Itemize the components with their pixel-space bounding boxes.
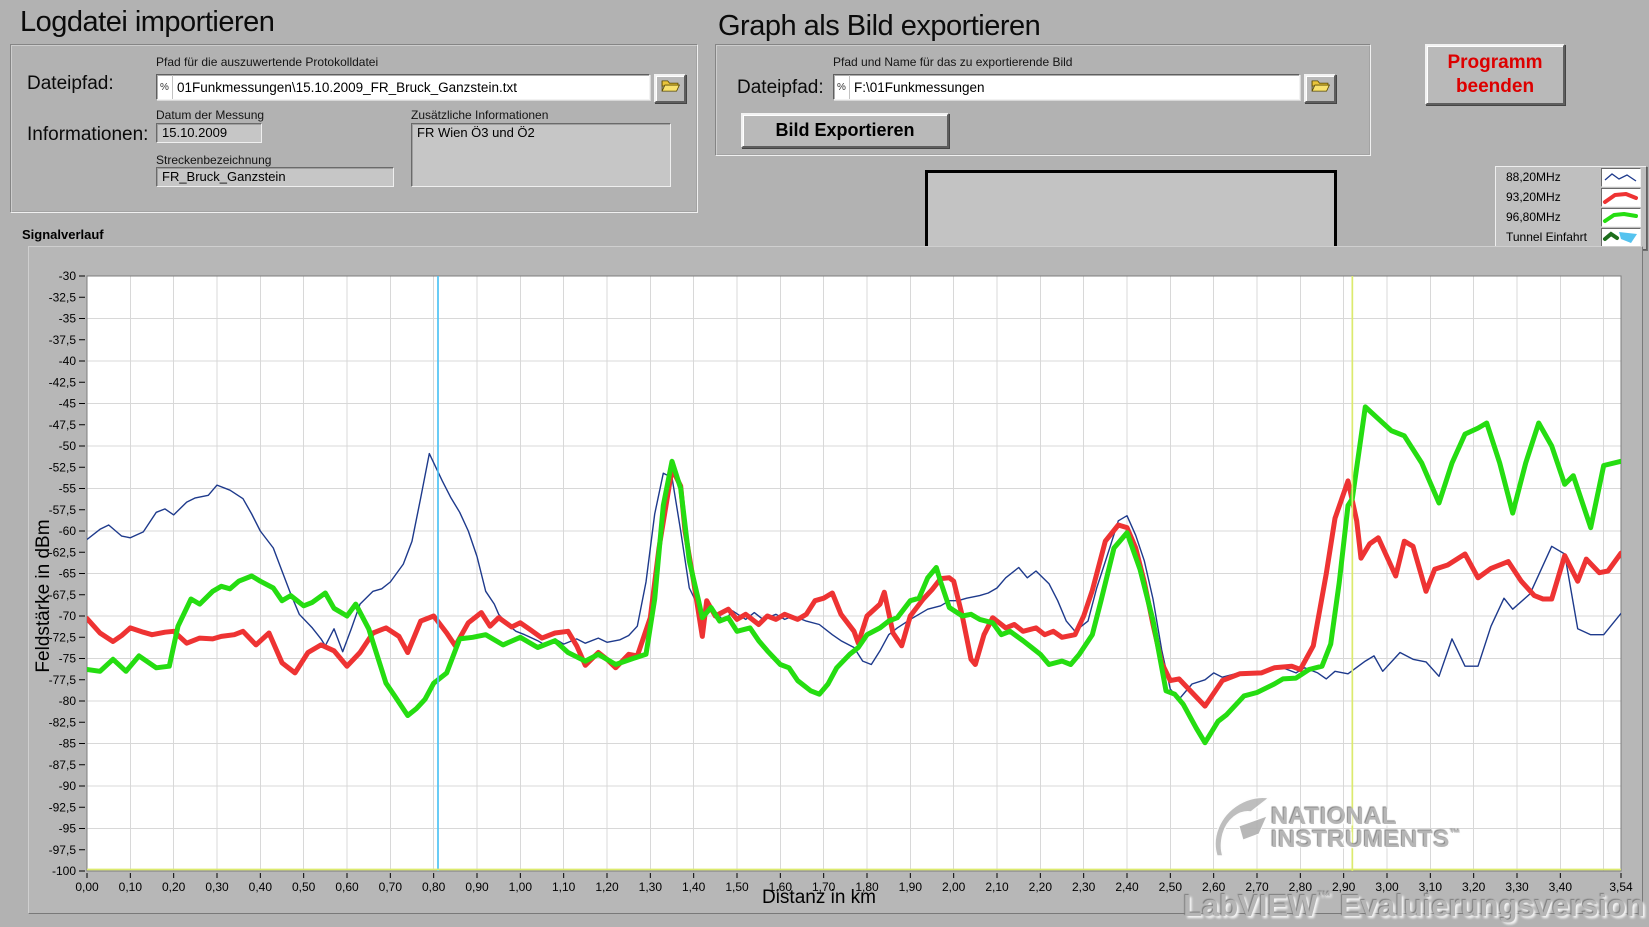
svg-text:1,10: 1,10 [552, 880, 576, 894]
svg-text:1,20: 1,20 [595, 880, 619, 894]
legend-row-tunnel-cursor[interactable]: Tunnel Einfahrt [1496, 227, 1646, 247]
legend-label: 93,20MHz [1506, 190, 1561, 204]
labview-watermark-name: LabVIEW [1183, 888, 1318, 923]
labview-front-panel: Logdatei importieren Dateipfad: Pfad für… [0, 0, 1649, 927]
svg-text:-55: -55 [59, 482, 77, 496]
svg-text:-85: -85 [59, 737, 77, 751]
cursor-sample-icon[interactable] [1601, 227, 1641, 247]
svg-text:0,30: 0,30 [205, 880, 229, 894]
svg-text:-80: -80 [59, 694, 77, 708]
import-filepath-caption: Pfad für die auszuwertende Protokolldate… [156, 55, 379, 69]
import-panel: Dateipfad: Pfad für die auszuwertende Pr… [10, 44, 698, 213]
svg-text:-100: -100 [52, 864, 76, 878]
svg-text:-60: -60 [59, 524, 77, 538]
folder-open-icon [660, 79, 680, 98]
export-filepath-control[interactable]: % [833, 74, 1300, 100]
export-filepath-input[interactable] [850, 75, 1299, 99]
extra-info-field: FR Wien Ö3 und Ö2 [411, 123, 671, 187]
green-line-sample-icon[interactable] [1601, 207, 1641, 227]
labview-watermark-suffix: Evaluierungsversion [1331, 888, 1645, 923]
svg-text:-75: -75 [59, 652, 77, 666]
export-image-preview-box [925, 170, 1337, 256]
export-image-button[interactable]: Bild Exportieren [741, 113, 949, 148]
svg-text:-97,5: -97,5 [49, 843, 77, 857]
plot-legend: 88,20MHz 93,20MHz 96,80MHz Tunnel Einfah… [1495, 166, 1647, 250]
svg-text:0,90: 0,90 [465, 880, 489, 894]
legend-row-88mhz[interactable]: 88,20MHz [1496, 167, 1646, 187]
red-line-sample-icon[interactable] [1601, 187, 1641, 207]
import-filepath-control[interactable]: % [156, 74, 650, 100]
svg-text:-87,5: -87,5 [49, 758, 77, 772]
national-instruments-watermark: NATIONAL INSTRUMENTS™ [1209, 790, 1461, 867]
graph-title: Signalverlauf [22, 227, 104, 242]
svg-text:-50: -50 [59, 439, 77, 453]
svg-text:0,80: 0,80 [422, 880, 446, 894]
import-filepath-label: Dateipfad: [27, 73, 114, 94]
svg-text:2,20: 2,20 [1029, 880, 1053, 894]
export-panel: Pfad und Name für das zu exportierende B… [715, 44, 1371, 156]
svg-text:-95: -95 [59, 822, 77, 836]
import-info-label: Informationen: [27, 124, 149, 145]
legend-label: 88,20MHz [1506, 170, 1561, 184]
extra-info-caption: Zusätzliche Informationen [411, 108, 549, 122]
svg-text:-90: -90 [59, 779, 77, 793]
svg-text:-92,5: -92,5 [49, 800, 77, 814]
date-field: 15.10.2009 [156, 123, 262, 143]
svg-text:-45: -45 [59, 397, 77, 411]
route-caption: Streckenbezeichnung [156, 153, 272, 167]
export-section-title: Graph als Bild exportieren [718, 10, 1041, 42]
x-axis-label: Distanz in km [761, 887, 877, 908]
svg-text:-40: -40 [59, 354, 77, 368]
quit-button-line2: beenden [1455, 75, 1535, 97]
export-filepath-caption: Pfad und Name für das zu exportierende B… [833, 55, 1073, 69]
ni-watermark-line2: INSTRUMENTS [1271, 825, 1450, 853]
svg-text:2,40: 2,40 [1115, 880, 1139, 894]
labview-evaluation-watermark: LabVIEW™ Evaluierungsversion [1160, 888, 1645, 924]
import-browse-button[interactable] [654, 74, 686, 103]
svg-text:0,40: 0,40 [249, 880, 273, 894]
import-filepath-input[interactable] [173, 75, 649, 99]
svg-text:-37,5: -37,5 [49, 333, 77, 347]
ni-eagle-logo-icon [1209, 790, 1271, 867]
signal-graph-widget: -30 -32,5 -35 -37,5 -40 -42,5 -45 -47,5 -50 -52,5… [28, 246, 1643, 914]
blue-line-sample-icon[interactable] [1601, 167, 1641, 187]
date-caption: Datum der Messung [156, 108, 265, 122]
path-type-icon: % [834, 75, 850, 99]
svg-text:2,10: 2,10 [985, 880, 1009, 894]
svg-text:2,30: 2,30 [1072, 880, 1096, 894]
ni-trademark: ™ [1449, 827, 1462, 840]
legend-label: 96,80MHz [1506, 210, 1561, 224]
svg-text:-70: -70 [59, 609, 77, 623]
labview-watermark-tm: ™ [1317, 888, 1332, 904]
quit-program-button[interactable]: Programm beenden [1425, 44, 1565, 105]
legend-row-93mhz[interactable]: 93,20MHz [1496, 187, 1646, 207]
svg-text:0,00: 0,00 [75, 880, 99, 894]
route-field: FR_Bruck_Ganzstein [156, 167, 394, 187]
y-axis-label: Feldstärke in dBm [33, 519, 54, 673]
folder-open-icon [1310, 79, 1330, 98]
svg-text:0,20: 0,20 [162, 880, 186, 894]
svg-text:0,60: 0,60 [335, 880, 359, 894]
legend-label: Tunnel Einfahrt [1506, 230, 1587, 244]
export-filepath-label: Dateipfad: [737, 77, 824, 98]
svg-text:0,70: 0,70 [379, 880, 403, 894]
svg-text:-42,5: -42,5 [49, 375, 77, 389]
svg-text:-65: -65 [59, 567, 77, 581]
svg-text:-47,5: -47,5 [49, 418, 77, 432]
svg-text:-30: -30 [59, 269, 77, 283]
quit-button-line1: Programm [1447, 51, 1543, 73]
svg-text:1,00: 1,00 [509, 880, 533, 894]
svg-text:-35: -35 [59, 312, 77, 326]
export-browse-button[interactable] [1304, 74, 1336, 103]
path-type-icon: % [157, 75, 173, 99]
import-section-title: Logdatei importieren [20, 6, 275, 38]
legend-row-96mhz[interactable]: 96,80MHz [1496, 207, 1646, 227]
svg-text:0,10: 0,10 [119, 880, 143, 894]
svg-text:-32,5: -32,5 [49, 290, 77, 304]
svg-text:0,50: 0,50 [292, 880, 316, 894]
